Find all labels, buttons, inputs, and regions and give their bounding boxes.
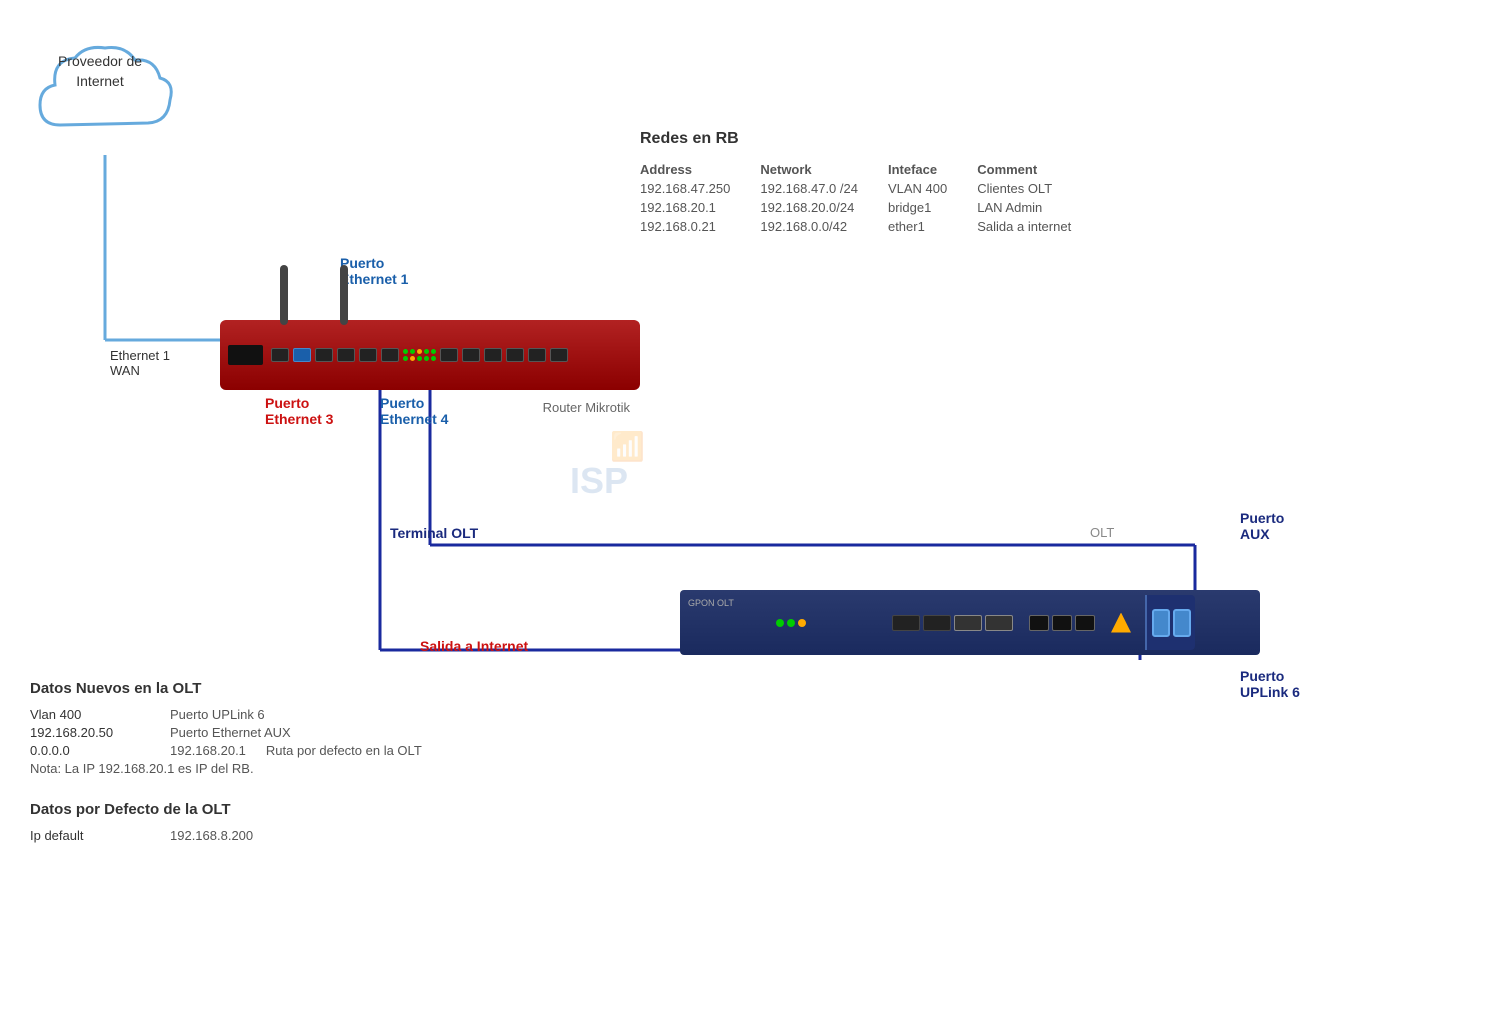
- router-port-eth2: [337, 348, 355, 362]
- olt-warning-icon: [1111, 613, 1131, 633]
- salida-internet-label: Salida a Internet: [420, 638, 528, 654]
- comment-2: LAN Admin: [977, 198, 1101, 217]
- iface-2: bridge1: [888, 198, 977, 217]
- olt-eth-port-3: [1075, 615, 1095, 631]
- olt-sfp-1: [892, 615, 920, 631]
- datos-defecto-title: Datos por Defecto de la OLT: [30, 801, 422, 818]
- router-port-eth7: [484, 348, 502, 362]
- olt-uplink-port-2: [1173, 609, 1191, 637]
- router-port-eth9: [528, 348, 546, 362]
- redes-rb-title: Redes en RB: [640, 130, 1101, 148]
- router-mikrotik: Router Mikrotik: [220, 320, 640, 390]
- olt-label: OLT: [1090, 525, 1114, 540]
- antenna-right: [340, 265, 348, 325]
- datos-defecto-row-1: Ip default 192.168.8.200: [30, 828, 422, 843]
- datos-nuevos-row-2: 192.168.20.50 Puerto Ethernet AUX: [30, 725, 422, 740]
- router-port-eth1: [315, 348, 333, 362]
- olt-device-label: GPON OLT: [688, 598, 734, 608]
- router-label: Router Mikrotik: [543, 400, 630, 415]
- puerto-eth3-label: PuertoEthernet 3: [265, 395, 333, 427]
- olt-sfp-ports: [892, 615, 1013, 631]
- col-interface: Inteface: [888, 160, 977, 179]
- isp-label: ISP: [570, 460, 628, 502]
- router-port-usb: [271, 348, 289, 362]
- wan-label: Ethernet 1 WAN: [110, 348, 170, 378]
- addr-3: 192.168.0.21: [640, 217, 760, 236]
- antenna-left: [280, 265, 288, 325]
- datos-nuevos-row-3: 0.0.0.0 192.168.20.1 Ruta por defecto en…: [30, 743, 422, 758]
- datos-nuevos-row-1: Vlan 400 Puerto UPLink 6: [30, 707, 422, 722]
- redes-rb-data: Address Network Inteface Comment 192.168…: [640, 160, 1101, 236]
- col-comment: Comment: [977, 160, 1101, 179]
- redes-rb-table: Redes en RB Address Network Inteface Com…: [640, 130, 1101, 236]
- net-3: 192.168.0.0/42: [760, 217, 888, 236]
- olt-uplink-port-1: [1152, 609, 1170, 637]
- router-leds: [403, 349, 436, 361]
- diagram-container: Proveedor de Internet Ethernet 1 WAN Pue…: [0, 0, 1500, 1031]
- terminal-olt-label: Terminal OLT: [390, 525, 478, 541]
- router-port-eth4: [381, 348, 399, 362]
- router-screen: [228, 345, 263, 365]
- router-port-eth10: [550, 348, 568, 362]
- table-row: 192.168.20.1 192.168.20.0/24 bridge1 LAN…: [640, 198, 1101, 217]
- comment-3: Salida a internet: [977, 217, 1101, 236]
- router-port-sfp: [293, 348, 311, 362]
- col-address: Address: [640, 160, 760, 179]
- iface-1: VLAN 400: [888, 179, 977, 198]
- puerto-uplink-label: PuertoUPLink 6: [1240, 668, 1300, 700]
- olt-aux-port: [1029, 615, 1049, 631]
- net-2: 192.168.20.0/24: [760, 198, 888, 217]
- puerto-eth1-label: PuertoEthernet 1: [340, 255, 408, 287]
- addr-2: 192.168.20.1: [640, 198, 760, 217]
- olt-eth-port-2: [1052, 615, 1072, 631]
- comment-1: Clientes OLT: [977, 179, 1101, 198]
- router-port-eth8: [506, 348, 524, 362]
- datos-nuevos-section: Datos Nuevos en la OLT Vlan 400 Puerto U…: [30, 680, 422, 846]
- router-port-eth5: [440, 348, 458, 362]
- olt-device: GPON OLT: [680, 590, 1260, 655]
- olt-uplink-section: [1145, 595, 1195, 650]
- olt-eth-ports: [1029, 615, 1095, 631]
- isp-wifi-icon: 📶: [610, 430, 645, 463]
- table-row: 192.168.47.250 192.168.47.0 /24 VLAN 400…: [640, 179, 1101, 198]
- router-port-eth6: [462, 348, 480, 362]
- olt-sfp-3: [954, 615, 982, 631]
- puerto-aux-label: PuertoAUX: [1240, 510, 1284, 542]
- datos-nuevos-title: Datos Nuevos en la OLT: [30, 680, 422, 697]
- olt-sfp-2: [923, 615, 951, 631]
- puerto-eth4-label: PuertoEthernet 4: [380, 395, 448, 427]
- router-port-eth3: [359, 348, 377, 362]
- net-1: 192.168.47.0 /24: [760, 179, 888, 198]
- table-row: 192.168.0.21 192.168.0.0/42 ether1 Salid…: [640, 217, 1101, 236]
- cloud-label: Proveedor de Internet: [40, 52, 160, 91]
- col-network: Network: [760, 160, 888, 179]
- addr-1: 192.168.47.250: [640, 179, 760, 198]
- datos-nuevos-note: Nota: La IP 192.168.20.1 es IP del RB.: [30, 761, 422, 776]
- iface-3: ether1: [888, 217, 977, 236]
- olt-sfp-4: [985, 615, 1013, 631]
